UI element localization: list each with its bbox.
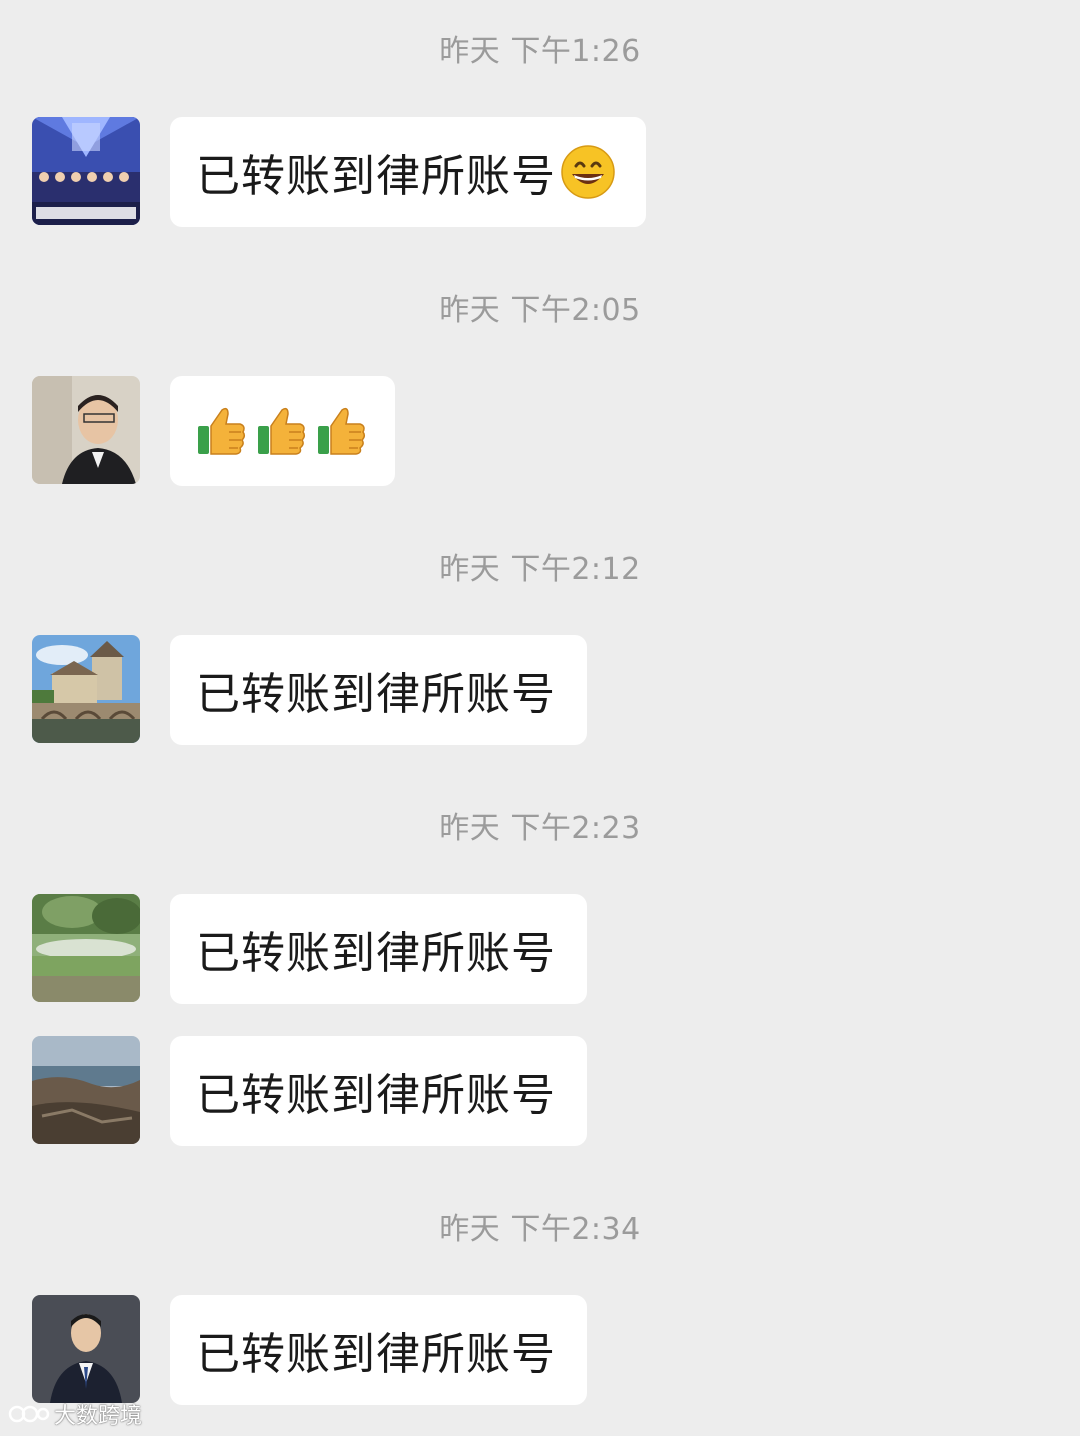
avatar-image-garden [32, 894, 140, 1002]
message-bubble[interactable]: 已转账到律所账号 [170, 1295, 587, 1405]
watermark-text: 大数跨境 [54, 1404, 143, 1429]
avatar[interactable] [32, 894, 140, 1002]
avatar[interactable] [32, 376, 140, 484]
thumbs-up-icon [318, 407, 366, 455]
message-row: 已转账到律所账号 [32, 1295, 587, 1405]
message-bubble[interactable]: 已转账到律所账号 [170, 635, 587, 745]
thumbs-up-group [196, 404, 366, 458]
message-row: 已转账到律所账号 [32, 117, 646, 227]
message-row: 已转账到律所账号 [32, 894, 587, 1004]
message-text: 已转账到律所账号 [196, 151, 556, 202]
message-row: 已转账到律所账号 [32, 635, 587, 745]
watermark: 大数跨境 [8, 1398, 142, 1430]
timestamp: 昨天 下午2:12 [439, 552, 641, 587]
message-text: 已转账到律所账号 [196, 669, 556, 720]
avatar-image-event-stage [32, 117, 140, 225]
timestamp: 昨天 下午2:23 [439, 811, 641, 846]
avatar[interactable] [32, 635, 140, 743]
avatar[interactable] [32, 1295, 140, 1403]
message-bubble[interactable]: 已转账到律所账号 [170, 894, 587, 1004]
message-text: 已转账到律所账号 [196, 1329, 556, 1380]
avatar-image-rocky-coast [32, 1036, 140, 1144]
thumbs-up-icon [258, 407, 306, 455]
watermark-logo-icon [8, 1405, 50, 1423]
message-text: 已转账到律所账号 [196, 928, 556, 979]
message-bubble[interactable]: 已转账到律所账号 [170, 117, 646, 227]
avatar-image-suited-man [32, 1295, 140, 1403]
message-bubble[interactable]: 已转账到律所账号 [170, 1036, 587, 1146]
avatar-image-castle-bridge [32, 635, 140, 743]
timestamp: 昨天 下午1:26 [439, 34, 641, 69]
avatar-image-portrait [32, 376, 140, 484]
message-text: 已转账到律所账号 [196, 1070, 556, 1121]
thumbs-up-icon [198, 407, 246, 455]
message-row [32, 376, 395, 486]
grinning-face-icon [561, 145, 615, 199]
avatar[interactable] [32, 117, 140, 225]
message-bubble[interactable] [170, 376, 395, 486]
message-row: 已转账到律所账号 [32, 1036, 587, 1146]
avatar[interactable] [32, 1036, 140, 1144]
timestamp: 昨天 下午2:05 [439, 293, 641, 328]
timestamp: 昨天 下午2:34 [439, 1212, 641, 1247]
